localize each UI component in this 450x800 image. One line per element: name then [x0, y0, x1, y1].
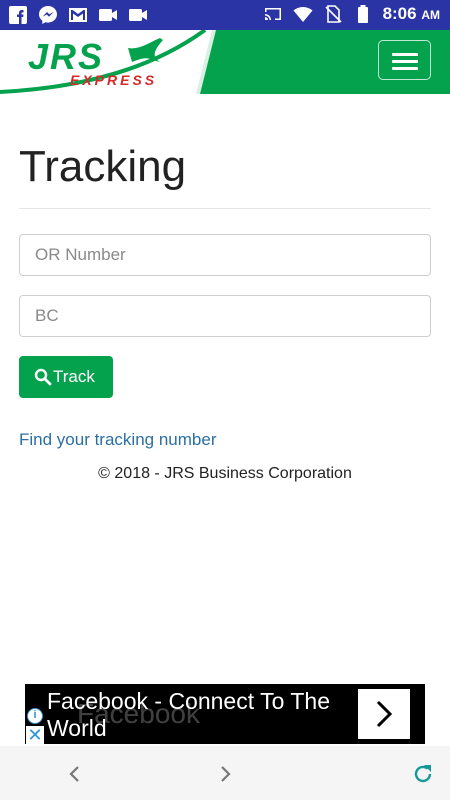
- facebook-icon: [9, 6, 27, 24]
- video-icon: [129, 9, 147, 21]
- track-button[interactable]: Track: [19, 356, 113, 398]
- chevron-right-icon: [376, 700, 393, 728]
- no-sim-icon: [324, 5, 342, 23]
- logo-subtext: EXPRESS: [70, 72, 158, 88]
- wifi-icon: [293, 7, 313, 22]
- forward-icon[interactable]: [213, 762, 237, 786]
- gmail-icon: [69, 8, 87, 22]
- main-content: Tracking Track Find your tracking number…: [19, 94, 431, 483]
- ad-close-icon[interactable]: ✕: [26, 726, 44, 744]
- or-number-input[interactable]: [19, 234, 431, 276]
- messenger-icon: [39, 6, 57, 24]
- browser-nav-bar: [0, 746, 450, 800]
- track-label: Track: [53, 367, 95, 386]
- notification-icons: [8, 5, 148, 25]
- ad-info-icon[interactable]: i: [27, 708, 43, 724]
- system-icons: 8:06 AM: [263, 4, 440, 24]
- menu-button[interactable]: [378, 40, 431, 80]
- divider: [19, 208, 431, 209]
- ad-banner[interactable]: Facebook Facebook - Connect To The World…: [25, 684, 425, 744]
- ad-text[interactable]: Facebook - Connect To The World: [47, 688, 347, 742]
- page-title: Tracking: [19, 142, 187, 191]
- battery-icon: [357, 5, 368, 23]
- bc-input[interactable]: [19, 295, 431, 337]
- back-icon[interactable]: [63, 762, 87, 786]
- header: JRS EXPRESS: [0, 30, 450, 94]
- hamburger-icon: [392, 53, 418, 56]
- status-bar: 8:06 AM: [0, 0, 450, 30]
- search-icon: [34, 368, 52, 386]
- cast-icon: [264, 8, 281, 20]
- footer-copyright: © 2018 - JRS Business Corporation: [98, 465, 352, 482]
- refresh-icon[interactable]: [411, 762, 435, 786]
- clock: 8:06 AM: [382, 4, 440, 23]
- find-tracking-number-link[interactable]: Find your tracking number: [19, 430, 431, 450]
- ad-open-button[interactable]: [358, 689, 410, 739]
- video-icon: [99, 9, 117, 21]
